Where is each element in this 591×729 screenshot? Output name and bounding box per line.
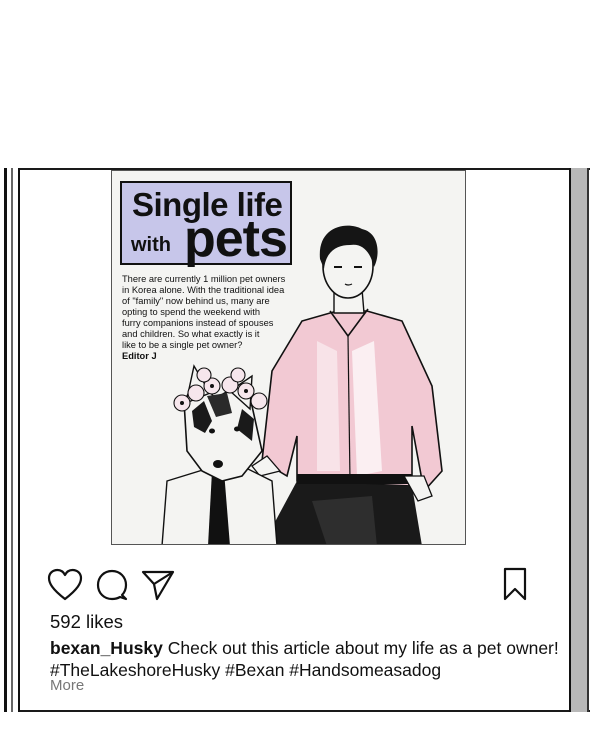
post-caption: bexan_Husky Check out this article about… (50, 637, 559, 681)
send-icon[interactable] (140, 568, 176, 602)
magazine-body-text: There are currently 1 million pet owners… (122, 274, 322, 362)
magazine-title-with: with (131, 234, 171, 256)
magazine-title-box: Single life with pets (120, 181, 292, 268)
magazine-title-pets: pets (184, 210, 288, 268)
heart-icon[interactable] (47, 568, 83, 602)
more-link[interactable]: More (50, 677, 84, 694)
editor-credit: Editor J (122, 351, 157, 361)
caption-hashtags[interactable]: #TheLakeshoreHusky #Bexan #Handsomeasado… (50, 660, 441, 680)
body-line: opting to spend the weekend with (122, 307, 261, 317)
post-image[interactable]: Single life with pets There are currentl… (111, 170, 466, 545)
phone-left-edge (4, 168, 20, 712)
body-line: in Korea alone. With the traditional ide… (122, 285, 285, 295)
dog-figure (161, 364, 278, 544)
bookmark-icon[interactable] (501, 567, 529, 601)
body-line: of "family" now behind us, many are (122, 296, 270, 306)
body-line: like to be a single pet owner? (122, 340, 243, 350)
phone-right-edge (569, 168, 589, 712)
body-line: furry companions instead of spouses (122, 318, 274, 328)
caption-text: Check out this article about my life as … (167, 638, 559, 658)
comment-icon[interactable] (95, 568, 129, 602)
body-line: and children. So what exactly is it (122, 329, 260, 339)
likes-count[interactable]: 592 likes (50, 611, 123, 633)
caption-username[interactable]: bexan_Husky (50, 638, 163, 658)
body-line: There are currently 1 million pet owners (122, 274, 286, 284)
